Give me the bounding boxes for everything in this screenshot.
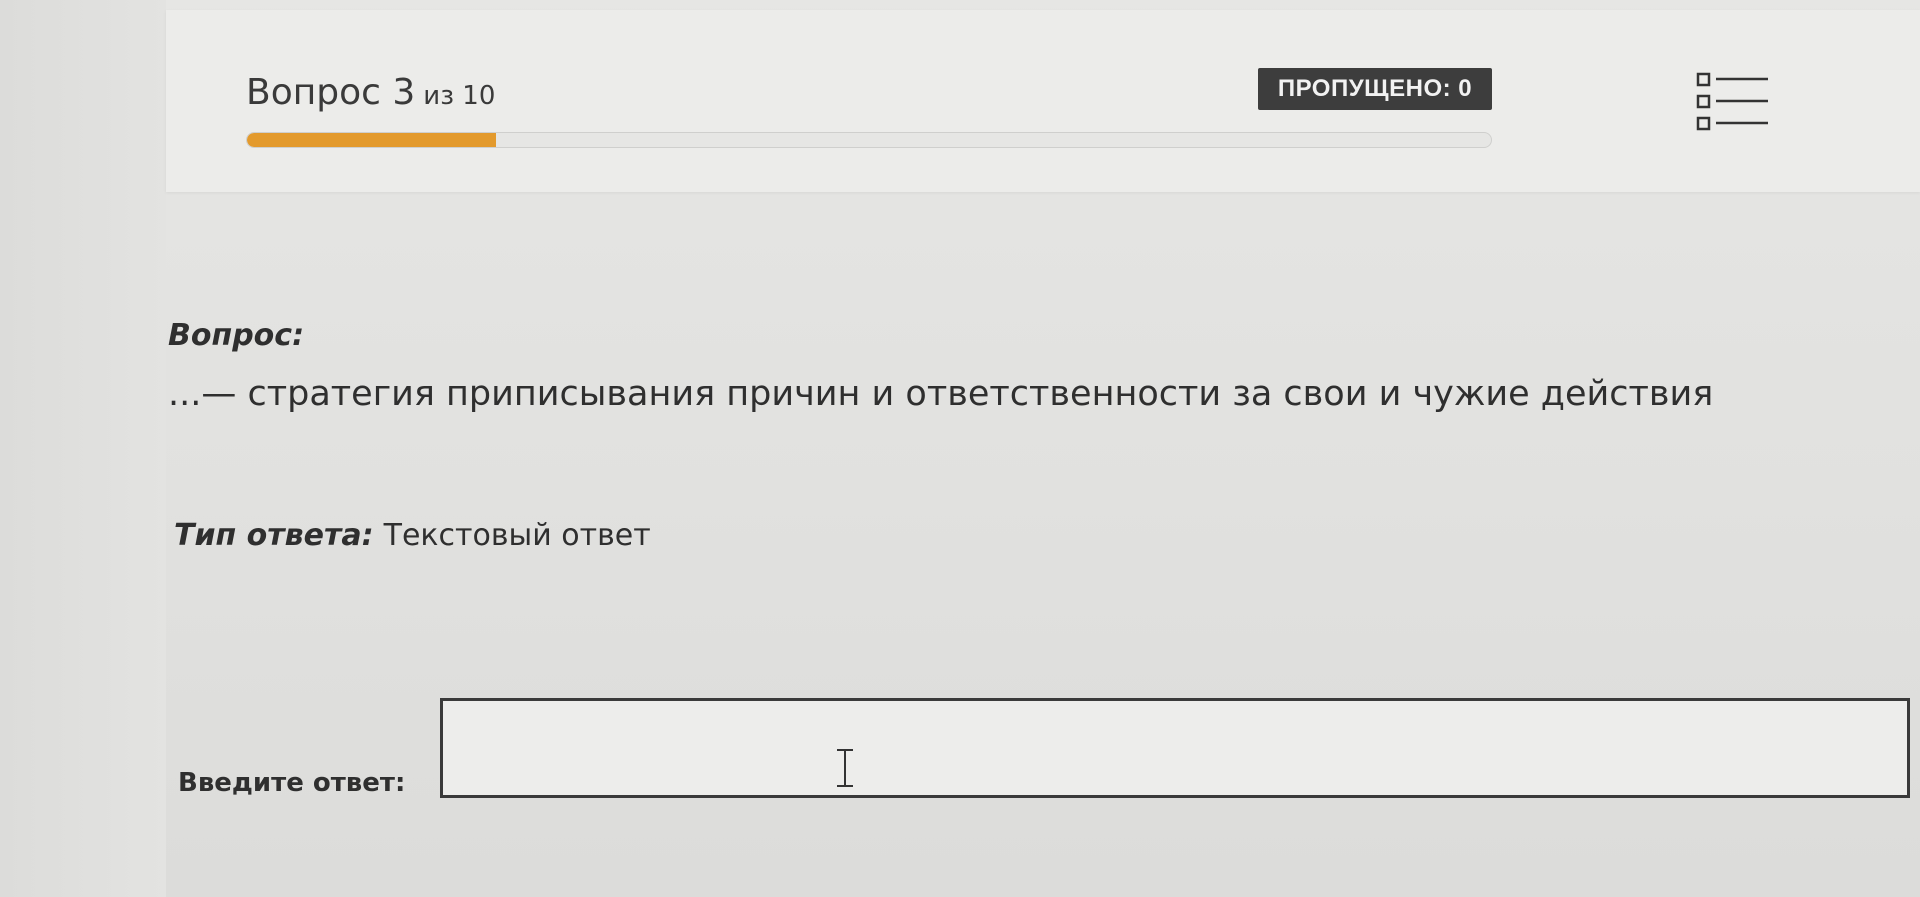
progress-fill [247, 133, 496, 147]
question-text: ...— стратегия приписывания причин и отв… [168, 374, 1714, 414]
question-heading: Вопрос: [168, 318, 305, 353]
left-margin [0, 0, 166, 897]
question-number: 3 [392, 72, 416, 113]
question-total: из 10 [423, 81, 496, 111]
question-counter: Вопрос 3 из 10 [246, 72, 495, 113]
quiz-header: Вопрос 3 из 10 ПРОПУЩЕНО: 0 [166, 10, 1920, 192]
question-word: Вопрос [246, 72, 381, 113]
answer-label: Введите ответ: [178, 768, 406, 798]
page-background: Вопрос 3 из 10 ПРОПУЩЕНО: 0 Вопрос: ...— … [0, 0, 1920, 897]
answer-type-label: Тип ответа: [174, 518, 374, 553]
answer-input[interactable] [440, 698, 1910, 798]
list-icon[interactable] [1696, 70, 1772, 136]
progress-bar [246, 132, 1492, 148]
skipped-badge: ПРОПУЩЕНО: 0 [1258, 68, 1492, 110]
answer-type-value: Текстовый ответ [383, 518, 651, 553]
answer-type: Тип ответа: Текстовый ответ [174, 518, 651, 553]
